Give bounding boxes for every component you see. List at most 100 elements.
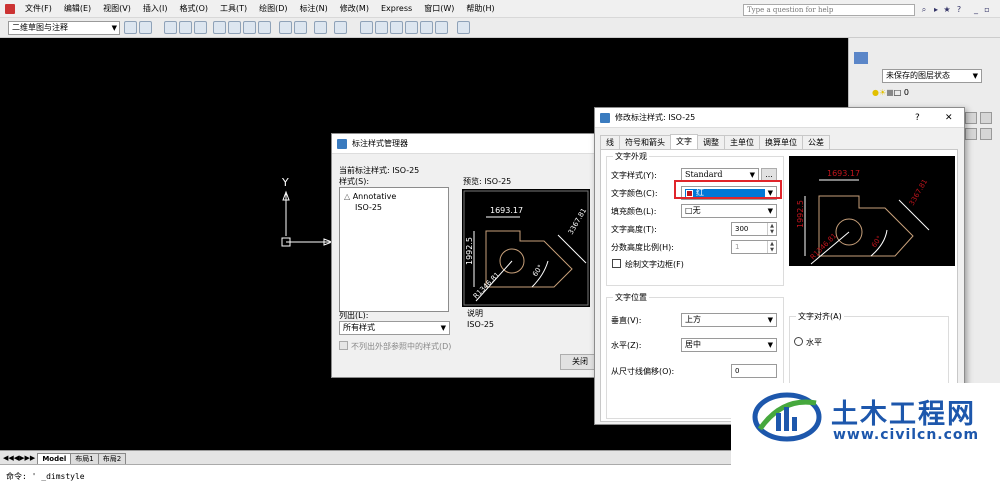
tab-layout1[interactable]: 布局1 — [70, 453, 99, 464]
menu-edit[interactable]: 编辑(E) — [58, 3, 97, 14]
star-icon[interactable]: ★ — [942, 4, 952, 15]
group-title: 文字外观 — [613, 151, 649, 162]
ucs-y-label: Y — [282, 176, 289, 189]
zoom-realtime-icon[interactable] — [375, 21, 388, 34]
search-icon[interactable]: ⌕ — [919, 4, 929, 15]
align-horizontal-radio[interactable] — [794, 337, 803, 346]
dialog-title: 标注样式管理器 — [352, 139, 408, 148]
print-icon[interactable] — [213, 21, 226, 34]
dialog-title: 修改标注样式: ISO-25 — [615, 113, 696, 122]
exclude-xref-checkbox[interactable] — [339, 341, 348, 350]
styles-list[interactable]: △ Annotative ISO-25 — [339, 187, 449, 312]
help-search-input[interactable]: Type a question for help — [743, 4, 915, 16]
rotate-icon[interactable] — [980, 128, 992, 140]
design-center-icon[interactable] — [435, 21, 448, 34]
text-height-value: 300 — [735, 225, 749, 233]
fill-color-dropdown[interactable]: □无 ▼ — [681, 204, 777, 218]
tab-lines[interactable]: 线 — [600, 135, 620, 149]
fraction-scale-stepper[interactable]: 1 ▲ ▼ — [731, 240, 777, 254]
restore-icon[interactable]: ▫ — [982, 4, 992, 15]
cut-icon[interactable] — [279, 21, 292, 34]
workspace-dropdown[interactable]: 二维草图与注释 ▼ — [8, 21, 120, 35]
save-icon[interactable] — [194, 21, 207, 34]
layer-manager-icon[interactable] — [854, 52, 868, 64]
lock-icon: ■ — [886, 88, 894, 97]
menu-express[interactable]: Express — [375, 4, 418, 13]
autocad-logo-icon[interactable] — [5, 3, 15, 14]
spin-arrows-icon[interactable]: ▲ ▼ — [767, 241, 776, 253]
watermark-url: www.civilcn.com — [833, 427, 980, 443]
zoom-previous-icon[interactable] — [405, 21, 418, 34]
toolbar-help-icon[interactable] — [457, 21, 470, 34]
plot-preview-icon[interactable] — [228, 21, 241, 34]
close-icon[interactable]: ✕ — [945, 108, 953, 128]
paste-icon[interactable] — [294, 21, 307, 34]
minimize-icon[interactable]: _ — [971, 4, 981, 15]
chevron-down-icon: ▼ — [767, 341, 773, 349]
spin-arrows-icon[interactable]: ▲ ▼ — [767, 223, 776, 235]
publish-icon[interactable] — [243, 21, 256, 34]
workspace-settings-icon[interactable] — [124, 21, 137, 34]
list-filter-dropdown[interactable]: 所有样式 ▼ — [339, 321, 450, 335]
help-button[interactable]: ? — [915, 108, 920, 128]
move-icon[interactable] — [965, 128, 977, 140]
draw-frame-checkbox[interactable] — [612, 259, 621, 268]
tab-layout2[interactable]: 布局2 — [97, 453, 127, 464]
horizontal-dropdown[interactable]: 居中 ▼ — [681, 338, 777, 352]
menu-tools[interactable]: 工具(T) — [214, 3, 253, 14]
properties-icon[interactable] — [420, 21, 433, 34]
vertical-dropdown[interactable]: 上方 ▼ — [681, 313, 777, 327]
pan-icon[interactable] — [360, 21, 373, 34]
new-file-icon[interactable] — [164, 21, 177, 34]
lightbulb-icon: ● — [872, 88, 879, 97]
description-value: ISO-25 — [467, 320, 495, 329]
menu-window[interactable]: 窗口(W) — [418, 3, 460, 14]
menu-dimension[interactable]: 标注(N) — [294, 3, 334, 14]
menu-format[interactable]: 格式(O) — [173, 3, 214, 14]
menu-modify[interactable]: 修改(M) — [334, 3, 375, 14]
redo-icon[interactable] — [334, 21, 347, 34]
menu-view[interactable]: 视图(V) — [97, 3, 137, 14]
layer-state-dropdown[interactable]: 未保存的图层状态 ▼ — [882, 69, 982, 83]
info-icon[interactable]: ▸ — [931, 4, 941, 15]
layer-dropdown[interactable]: ●☀■□ 0 — [872, 86, 984, 99]
vertical-label: 垂直(V): — [611, 316, 642, 325]
list-item[interactable]: △ Annotative — [340, 188, 448, 201]
dialog-app-icon — [600, 113, 610, 123]
tab-text[interactable]: 文字 — [670, 134, 698, 149]
dialog-titlebar: 标注样式管理器 — [332, 134, 600, 154]
open-file-icon[interactable] — [179, 21, 192, 34]
tab-fit[interactable]: 调整 — [697, 135, 725, 149]
tab-model[interactable]: Model — [37, 453, 72, 464]
tab-alternate-units[interactable]: 换算单位 — [759, 135, 803, 149]
tab-primary-units[interactable]: 主单位 — [724, 135, 760, 149]
menu-insert[interactable]: 插入(I) — [137, 3, 174, 14]
text-appearance-group: 文字外观 文字样式(Y): Standard ▼ ... 文字颜色(C): 红 ▼… — [606, 151, 784, 286]
offset-stepper[interactable]: 0 — [731, 364, 777, 378]
list-label: 列出(L): — [339, 311, 369, 320]
menu-draw[interactable]: 绘图(D) — [253, 3, 293, 14]
list-filter-value: 所有样式 — [343, 323, 375, 332]
undo-icon[interactable] — [314, 21, 327, 34]
chevron-down-icon: ▼ — [767, 316, 773, 324]
menu-help[interactable]: 帮助(H) — [460, 3, 500, 14]
horizontal-label: 水平(Z): — [611, 341, 642, 350]
list-item[interactable]: ISO-25 — [340, 201, 448, 212]
offset-label: 从尺寸线偏移(O): — [611, 367, 675, 376]
empty-swatch-icon: □ — [685, 206, 693, 215]
tab-symbols-arrows[interactable]: 符号和箭头 — [619, 135, 671, 149]
tab-tolerances[interactable]: 公差 — [802, 135, 830, 149]
help-icon[interactable]: ? — [954, 4, 964, 15]
menu-file[interactable]: 文件(F) — [19, 3, 58, 14]
text-height-label: 文字高度(T): — [611, 225, 657, 234]
draw-circle-icon[interactable] — [980, 112, 992, 124]
workspace-icon[interactable] — [139, 21, 152, 34]
zoom-window-icon[interactable] — [390, 21, 403, 34]
3d-dwf-icon[interactable] — [258, 21, 271, 34]
preview-label: 预览: ISO-25 — [463, 177, 512, 186]
fraction-scale-label: 分数高度比例(H): — [611, 243, 674, 252]
annotative-icon: △ — [344, 192, 351, 201]
draw-arc-icon[interactable] — [965, 112, 977, 124]
tab-nav-arrows-icon[interactable]: ◀◀◀▶▶▶ — [0, 453, 38, 464]
text-height-stepper[interactable]: 300 ▲ ▼ — [731, 222, 777, 236]
